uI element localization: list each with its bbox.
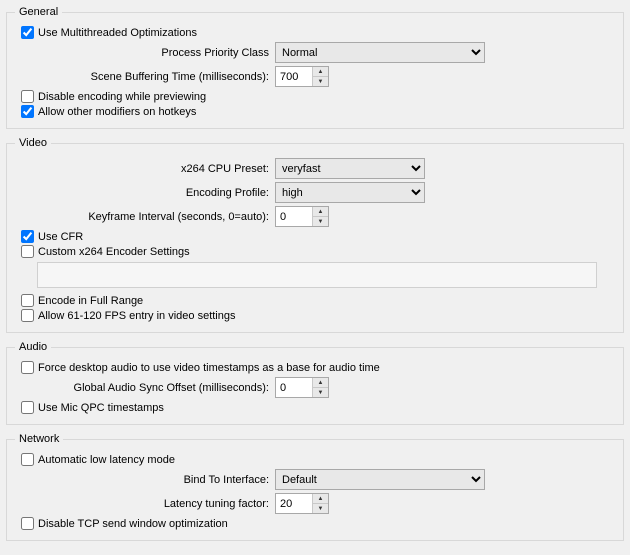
latency-up[interactable]: ▲ (313, 494, 328, 504)
latency-spinner[interactable]: ▲ ▼ (275, 493, 329, 514)
disable-preview-label: Disable encoding while previewing (38, 91, 206, 103)
video-group: Video x264 CPU Preset: veryfast Encoding… (6, 137, 624, 333)
custom-x264-textbox (37, 262, 597, 288)
allow-fps-checkbox[interactable] (21, 309, 34, 322)
bind-select[interactable]: Default (275, 469, 485, 490)
preset-label: x264 CPU Preset: (15, 163, 275, 175)
auto-low-latency-checkbox[interactable] (21, 453, 34, 466)
sync-offset-down[interactable]: ▼ (313, 388, 328, 397)
sync-offset-label: Global Audio Sync Offset (milliseconds): (15, 382, 275, 394)
buffering-up[interactable]: ▲ (313, 67, 328, 77)
network-legend: Network (15, 433, 63, 445)
full-range-checkbox[interactable] (21, 294, 34, 307)
full-range-label: Encode in Full Range (38, 295, 143, 307)
use-cfr-label: Use CFR (38, 231, 83, 243)
keyframe-label: Keyframe Interval (seconds, 0=auto): (15, 211, 275, 223)
buffering-down[interactable]: ▼ (313, 77, 328, 86)
mic-qpc-label: Use Mic QPC timestamps (38, 402, 164, 414)
mic-qpc-checkbox[interactable] (21, 401, 34, 414)
disable-preview-checkbox[interactable] (21, 90, 34, 103)
custom-x264-checkbox[interactable] (21, 245, 34, 258)
keyframe-spinner[interactable]: ▲ ▼ (275, 206, 329, 227)
profile-label: Encoding Profile: (15, 187, 275, 199)
custom-x264-label: Custom x264 Encoder Settings (38, 246, 190, 258)
buffering-spinner[interactable]: ▲ ▼ (275, 66, 329, 87)
bind-label: Bind To Interface: (15, 474, 275, 486)
use-cfr-checkbox[interactable] (21, 230, 34, 243)
multithreaded-checkbox[interactable] (21, 26, 34, 39)
network-group: Network Automatic low latency mode Bind … (6, 433, 624, 541)
buffering-label: Scene Buffering Time (milliseconds): (15, 71, 275, 83)
keyframe-up[interactable]: ▲ (313, 207, 328, 217)
audio-group: Audio Force desktop audio to use video t… (6, 341, 624, 425)
latency-down[interactable]: ▼ (313, 504, 328, 513)
keyframe-down[interactable]: ▼ (313, 217, 328, 226)
sync-offset-spinner[interactable]: ▲ ▼ (275, 377, 329, 398)
multithreaded-label: Use Multithreaded Optimizations (38, 27, 197, 39)
auto-low-latency-label: Automatic low latency mode (38, 454, 175, 466)
allow-modifiers-checkbox[interactable] (21, 105, 34, 118)
buffering-input[interactable] (276, 67, 312, 86)
audio-legend: Audio (15, 341, 51, 353)
sync-offset-input[interactable] (276, 378, 312, 397)
disable-tcp-checkbox[interactable] (21, 517, 34, 530)
priority-select[interactable]: Normal (275, 42, 485, 63)
keyframe-input[interactable] (276, 207, 312, 226)
latency-label: Latency tuning factor: (15, 498, 275, 510)
profile-select[interactable]: high (275, 182, 425, 203)
force-timestamps-label: Force desktop audio to use video timesta… (38, 362, 380, 374)
latency-input[interactable] (276, 494, 312, 513)
video-legend: Video (15, 137, 51, 149)
priority-label: Process Priority Class (15, 47, 275, 59)
general-group: General Use Multithreaded Optimizations … (6, 6, 624, 129)
general-legend: General (15, 6, 62, 18)
sync-offset-up[interactable]: ▲ (313, 378, 328, 388)
preset-select[interactable]: veryfast (275, 158, 425, 179)
force-timestamps-checkbox[interactable] (21, 361, 34, 374)
allow-modifiers-label: Allow other modifiers on hotkeys (38, 106, 196, 118)
allow-fps-label: Allow 61-120 FPS entry in video settings (38, 310, 236, 322)
disable-tcp-label: Disable TCP send window optimization (38, 518, 228, 530)
